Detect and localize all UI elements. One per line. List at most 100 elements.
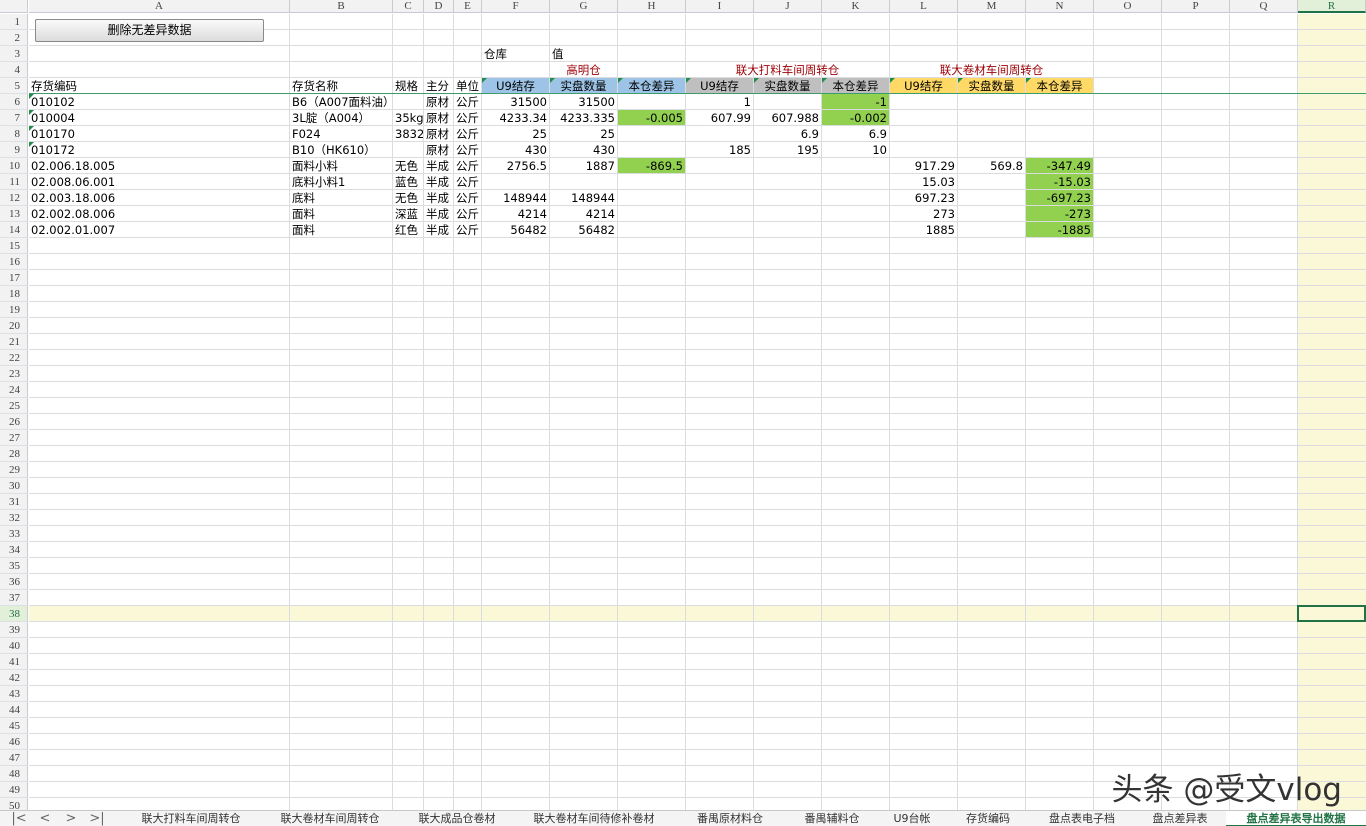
cell-b7[interactable]: 3L腚（A004） (290, 110, 392, 125)
cell-c14[interactable]: 红色 (393, 222, 423, 237)
cell-j7[interactable]: 607.988 (754, 110, 821, 125)
cell-d14[interactable]: 半成 (424, 222, 453, 237)
row-header[interactable]: 5 (0, 78, 28, 94)
cell-d7[interactable]: 原材 (424, 110, 453, 125)
row-header[interactable]: 21 (0, 334, 28, 350)
cell-l14[interactable]: 1885 (890, 222, 957, 237)
cell-h7[interactable]: -0.005 (618, 110, 685, 125)
cell-g7[interactable]: 4233.335 (550, 110, 617, 125)
cell-a8[interactable]: 010170 (29, 126, 289, 141)
cell-f7[interactable]: 4233.34 (482, 110, 549, 125)
row-header[interactable]: 23 (0, 366, 28, 382)
cell-i9[interactable]: 185 (686, 142, 753, 157)
cell-l13[interactable]: 273 (890, 206, 957, 221)
column-header-b[interactable]: B (290, 0, 393, 13)
group-header-1[interactable]: 高明仓 (482, 62, 685, 77)
column-header-p[interactable]: P (1162, 0, 1230, 13)
cell-n13[interactable]: -273 (1026, 206, 1093, 221)
column-header-g[interactable]: G (550, 0, 618, 13)
sheet-tab-6[interactable]: 番禺辅料仓 (788, 811, 876, 826)
sheet-tab-2[interactable]: 联大卷材车间周转仓 (262, 811, 398, 826)
cell-k8[interactable]: 6.9 (822, 126, 889, 141)
row-header[interactable]: 46 (0, 734, 28, 750)
cell-b11[interactable]: 底料小料1 (290, 174, 392, 189)
cell-e13[interactable]: 公斤 (454, 206, 481, 221)
row-header[interactable]: 24 (0, 382, 28, 398)
warehouse-label[interactable]: 仓库 (482, 46, 549, 61)
column-header-f[interactable]: F (482, 0, 550, 13)
row-header[interactable]: 13 (0, 206, 28, 222)
spreadsheet-grid[interactable]: A B C D E F G H I J K L M N O P Q R 1 2 3 4 5 6 7 8 9 10 11 12 13 14 15 1… (0, 0, 1366, 810)
column-header-m[interactable]: M (958, 0, 1026, 13)
sheet-tab-8[interactable]: 存货编码 (948, 811, 1028, 826)
column-header-n[interactable]: N (1026, 0, 1094, 13)
cell-f12[interactable]: 148944 (482, 190, 549, 205)
row-header[interactable]: 47 (0, 750, 28, 766)
cell-a7[interactable]: 010004 (29, 110, 289, 125)
row-header[interactable]: 16 (0, 254, 28, 270)
header-sub-l[interactable]: U9结存 (890, 78, 957, 93)
cell-e10[interactable]: 公斤 (454, 158, 481, 173)
row-header[interactable]: 14 (0, 222, 28, 238)
header-sub-k[interactable]: 本仓差异 (822, 78, 889, 93)
row-header[interactable]: 8 (0, 126, 28, 142)
cell-a9[interactable]: 010172 (29, 142, 289, 157)
sheet-tab-5[interactable]: 番禺原材料仓 (674, 811, 786, 826)
sheet-tab-3[interactable]: 联大成品仓卷材 (400, 811, 514, 826)
row-header[interactable]: 26 (0, 414, 28, 430)
cell-g14[interactable]: 56482 (550, 222, 617, 237)
cell-d13[interactable]: 半成 (424, 206, 453, 221)
cell-d6[interactable]: 原材 (424, 94, 453, 109)
group-header-3[interactable]: 联大卷材车间周转仓 (890, 62, 1093, 77)
cell-g6[interactable]: 31500 (550, 94, 617, 109)
row-header[interactable]: 39 (0, 622, 28, 638)
cell-n14[interactable]: -1885 (1026, 222, 1093, 237)
header-sub-n[interactable]: 本仓差异 (1026, 78, 1093, 93)
row-header[interactable]: 37 (0, 590, 28, 606)
cell-c7[interactable]: 35kg (393, 110, 423, 125)
cell-e8[interactable]: 公斤 (454, 126, 481, 141)
cell-k9[interactable]: 10 (822, 142, 889, 157)
header-sub-g[interactable]: 实盘数量 (550, 78, 617, 93)
cell-g13[interactable]: 4214 (550, 206, 617, 221)
prev-sheet-icon[interactable]: < (34, 811, 56, 826)
cell-f14[interactable]: 56482 (482, 222, 549, 237)
cell-d12[interactable]: 半成 (424, 190, 453, 205)
cell-f10[interactable]: 2756.5 (482, 158, 549, 173)
header-main-class[interactable]: 主分 (424, 78, 453, 93)
row-header[interactable]: 11 (0, 174, 28, 190)
column-header-c[interactable]: C (393, 0, 424, 13)
column-header-h[interactable]: H (618, 0, 686, 13)
group-header-2[interactable]: 联大打料车间周转仓 (686, 62, 889, 77)
last-sheet-icon[interactable]: >| (86, 811, 108, 826)
row-header[interactable]: 43 (0, 686, 28, 702)
cell-b13[interactable]: 面料 (290, 206, 392, 221)
sheet-tab-7[interactable]: U9台帐 (878, 811, 946, 826)
row-header[interactable]: 35 (0, 558, 28, 574)
row-header[interactable]: 18 (0, 286, 28, 302)
column-header-l[interactable]: L (890, 0, 958, 13)
sheet-tab-9[interactable]: 盘点表电子档 (1030, 811, 1134, 826)
column-header-o[interactable]: O (1094, 0, 1162, 13)
row-header[interactable]: 1 (0, 14, 28, 30)
row-header[interactable]: 49 (0, 782, 28, 798)
row-header[interactable]: 20 (0, 318, 28, 334)
row-header[interactable]: 9 (0, 142, 28, 158)
delete-no-diff-button[interactable]: 删除无差异数据 (35, 19, 264, 42)
header-sub-f[interactable]: U9结存 (482, 78, 549, 93)
cell-a13[interactable]: 02.002.08.006 (29, 206, 289, 221)
cell-b9[interactable]: B10（HK610） (290, 142, 392, 157)
column-header-e[interactable]: E (454, 0, 482, 13)
row-header[interactable]: 19 (0, 302, 28, 318)
cell-d8[interactable]: 原材 (424, 126, 453, 141)
header-unit[interactable]: 单位 (454, 78, 481, 93)
header-sub-h[interactable]: 本仓差异 (618, 78, 685, 93)
column-header-a[interactable]: A (29, 0, 290, 13)
first-sheet-icon[interactable]: |< (8, 811, 30, 826)
cell-a11[interactable]: 02.008.06.001 (29, 174, 289, 189)
row-header[interactable]: 4 (0, 62, 28, 78)
cell-b10[interactable]: 面料小料 (290, 158, 392, 173)
cell-c10[interactable]: 无色 (393, 158, 423, 173)
cell-f9[interactable]: 430 (482, 142, 549, 157)
row-header[interactable]: 34 (0, 542, 28, 558)
